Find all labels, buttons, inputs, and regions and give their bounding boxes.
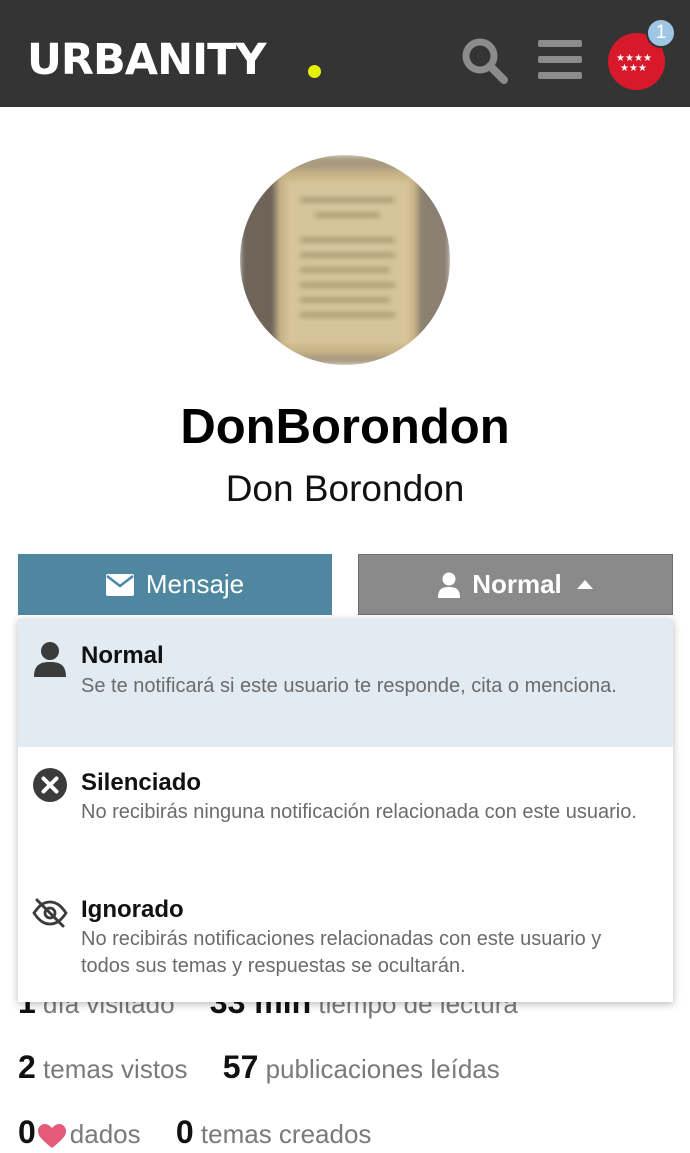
search-icon[interactable]: [460, 36, 510, 86]
times-circle-icon: [33, 768, 67, 802]
profile-avatar: [240, 155, 450, 365]
svg-text:★: ★: [629, 63, 638, 74]
caret-up-icon: [576, 580, 593, 589]
svg-text:★: ★: [638, 63, 647, 74]
logo-dot: [308, 65, 321, 78]
notification-level-menu: Normal Se te notificará si este usuario …: [18, 619, 673, 1002]
likes-given-value: 0: [18, 1114, 36, 1150]
send-message-button[interactable]: Mensaje: [18, 554, 332, 615]
heart-icon: [37, 1123, 66, 1148]
topics-viewed-label: temas vistos: [43, 1054, 188, 1084]
profile-username: DonBorondon: [180, 400, 510, 454]
menu-option-title: Ignorado: [81, 896, 184, 923]
user-icon: [34, 642, 66, 677]
posts-read-value: 57: [222, 1049, 259, 1085]
notification-level-label: Normal: [472, 569, 562, 599]
send-message-label: Mensaje: [145, 569, 245, 599]
site-logo[interactable]: URBANITY: [27, 33, 267, 87]
svg-text:★: ★: [620, 63, 629, 74]
topics-created-value: 0: [175, 1114, 194, 1150]
notification-badge[interactable]: 1: [646, 18, 676, 48]
stats-row-activity: 0 dados 0 temas creados: [18, 1115, 371, 1151]
menu-option-description: No recibirás ninguna notificación relaci…: [81, 801, 637, 823]
profile-full-name: Don Borondon: [225, 468, 465, 509]
eye-slash-icon: [32, 898, 68, 928]
hamburger-icon[interactable]: [538, 40, 582, 80]
likes-given-label: dados: [69, 1119, 141, 1149]
user-icon: [438, 572, 461, 598]
topics-created-label: temas creados: [200, 1119, 372, 1149]
posts-read-label: publicaciones leídas: [265, 1054, 500, 1084]
envelope-icon: [105, 573, 134, 596]
site-header: URBANITY ★ ★ ★ ★ ★ ★ ★ 1: [0, 0, 690, 107]
notification-level-dropdown[interactable]: Normal: [358, 554, 673, 615]
menu-option-description: Se te notificará si este usuario te resp…: [81, 675, 617, 697]
menu-option-silenced[interactable]: Silenciado No recibirás ninguna notifica…: [18, 747, 673, 873]
menu-option-title: Normal: [81, 642, 164, 669]
topics-viewed-value: 2: [18, 1049, 36, 1085]
menu-option-ignored[interactable]: Ignorado No recibirás notificaciones rel…: [18, 873, 673, 1002]
menu-option-description: No recibirás notificaciones relacionadas…: [81, 928, 602, 977]
menu-option-normal[interactable]: Normal Se te notificará si este usuario …: [18, 619, 673, 747]
stats-row-reading: 2 temas vistos 57 publicaciones leídas: [18, 1050, 500, 1086]
menu-option-title: Silenciado: [81, 769, 202, 796]
